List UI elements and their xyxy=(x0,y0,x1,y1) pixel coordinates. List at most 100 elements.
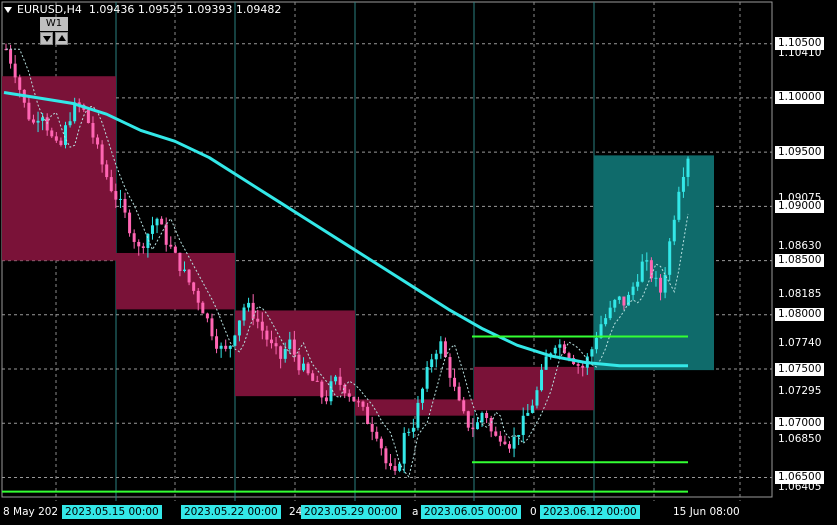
candle-body xyxy=(205,313,209,319)
candle-body xyxy=(292,339,296,355)
candle-body xyxy=(302,363,306,371)
candle-body xyxy=(18,77,22,90)
candle-body xyxy=(636,281,640,287)
session-date-label: 2023.05.29 00:00 xyxy=(301,505,401,519)
candle-body xyxy=(315,380,319,382)
arrow-down-icon xyxy=(43,36,51,42)
candle-body xyxy=(649,260,653,279)
candle-body xyxy=(356,401,360,403)
candle-body xyxy=(576,364,580,366)
weekly-box xyxy=(355,399,474,416)
candle-body xyxy=(462,400,466,412)
candle-body xyxy=(219,345,223,349)
candle-body xyxy=(507,444,511,449)
candle-body xyxy=(279,346,283,359)
candle-body xyxy=(366,406,370,425)
candle-body xyxy=(384,448,388,464)
candle-body xyxy=(59,140,63,145)
candle-body xyxy=(677,191,681,220)
candle-body xyxy=(215,336,219,349)
period-up-button[interactable] xyxy=(55,32,68,45)
candle-body xyxy=(288,339,292,349)
candle-body xyxy=(453,377,457,387)
candle-body xyxy=(265,330,269,340)
candle-body xyxy=(128,212,132,234)
candle-body xyxy=(123,198,127,213)
candle-body xyxy=(178,252,182,271)
candle-body xyxy=(347,393,351,397)
candle-body xyxy=(297,354,301,371)
candle-body xyxy=(283,348,287,359)
candle-body xyxy=(503,441,507,445)
candle-body xyxy=(402,432,406,464)
candle-body xyxy=(196,290,200,303)
candle-body xyxy=(50,130,54,137)
arrow-up-icon xyxy=(58,35,66,41)
candle-body xyxy=(260,321,264,331)
candle-body xyxy=(269,339,273,344)
candle-body xyxy=(622,296,626,306)
candle-body xyxy=(498,435,502,442)
price-chart[interactable] xyxy=(0,0,837,525)
candle-body xyxy=(173,246,177,253)
candle-body xyxy=(256,318,260,322)
candle-body xyxy=(36,120,40,123)
candle-body xyxy=(475,422,479,430)
candle-body xyxy=(594,337,598,350)
chart-window[interactable]: EURUSD,H4 1.09436 1.09525 1.09393 1.0948… xyxy=(0,0,837,525)
candle-body xyxy=(169,244,173,247)
candle-body xyxy=(581,365,585,368)
candle-body xyxy=(398,463,402,471)
candle-body xyxy=(617,296,621,300)
candle-body xyxy=(13,63,17,78)
candle-body xyxy=(183,269,187,271)
time-tick-label: 0 xyxy=(530,506,537,518)
ohlc-values: 1.09436 1.09525 1.09393 1.09482 xyxy=(88,3,282,16)
candle-body xyxy=(361,401,365,407)
session-date-label: 2023.06.05 00:00 xyxy=(421,505,521,519)
time-tick-label: 8 May 202 xyxy=(3,506,59,518)
candle-body xyxy=(393,466,397,471)
session-date-label: 2023.05.15 00:00 xyxy=(62,505,162,519)
candle-body xyxy=(109,177,113,192)
candle-body xyxy=(608,307,612,319)
candle-body xyxy=(494,431,498,436)
candle-body xyxy=(421,388,425,403)
candle-body xyxy=(274,343,278,347)
candle-body xyxy=(434,353,438,360)
candle-body xyxy=(132,233,136,242)
candle-body xyxy=(640,261,644,282)
candle-body xyxy=(439,341,443,354)
candle-body xyxy=(485,413,489,418)
candle-body xyxy=(654,277,658,279)
price-tick-label: 1.08185 xyxy=(778,288,822,301)
weekly-box xyxy=(474,366,594,411)
candle-body xyxy=(544,356,548,370)
candle-body xyxy=(237,320,241,336)
candle-body xyxy=(311,373,315,381)
candle-body xyxy=(672,219,676,242)
price-level-label: 1.10500 xyxy=(775,37,825,51)
candle-body xyxy=(425,367,429,389)
candle-body xyxy=(379,438,383,449)
candle-body xyxy=(558,344,562,348)
weekly-box xyxy=(116,252,235,310)
candle-body xyxy=(407,431,411,433)
period-down-button[interactable] xyxy=(40,32,53,45)
candle-body xyxy=(105,164,109,178)
price-level-label: 1.09500 xyxy=(775,145,825,159)
candle-body xyxy=(553,347,557,354)
candle-body xyxy=(31,119,35,123)
candle-body xyxy=(160,218,164,225)
candle-body xyxy=(141,246,145,248)
period-widget[interactable]: W1 xyxy=(40,17,68,45)
candle-body xyxy=(604,318,608,325)
candle-body xyxy=(613,299,617,308)
candle-body xyxy=(411,427,415,432)
candle-body xyxy=(590,349,594,357)
moving-average-layer xyxy=(3,48,689,478)
dropdown-triangle-icon[interactable] xyxy=(4,7,12,13)
candle-body xyxy=(27,102,31,120)
symbol-label: EURUSD,H4 xyxy=(17,3,82,16)
candle-body xyxy=(192,282,196,291)
